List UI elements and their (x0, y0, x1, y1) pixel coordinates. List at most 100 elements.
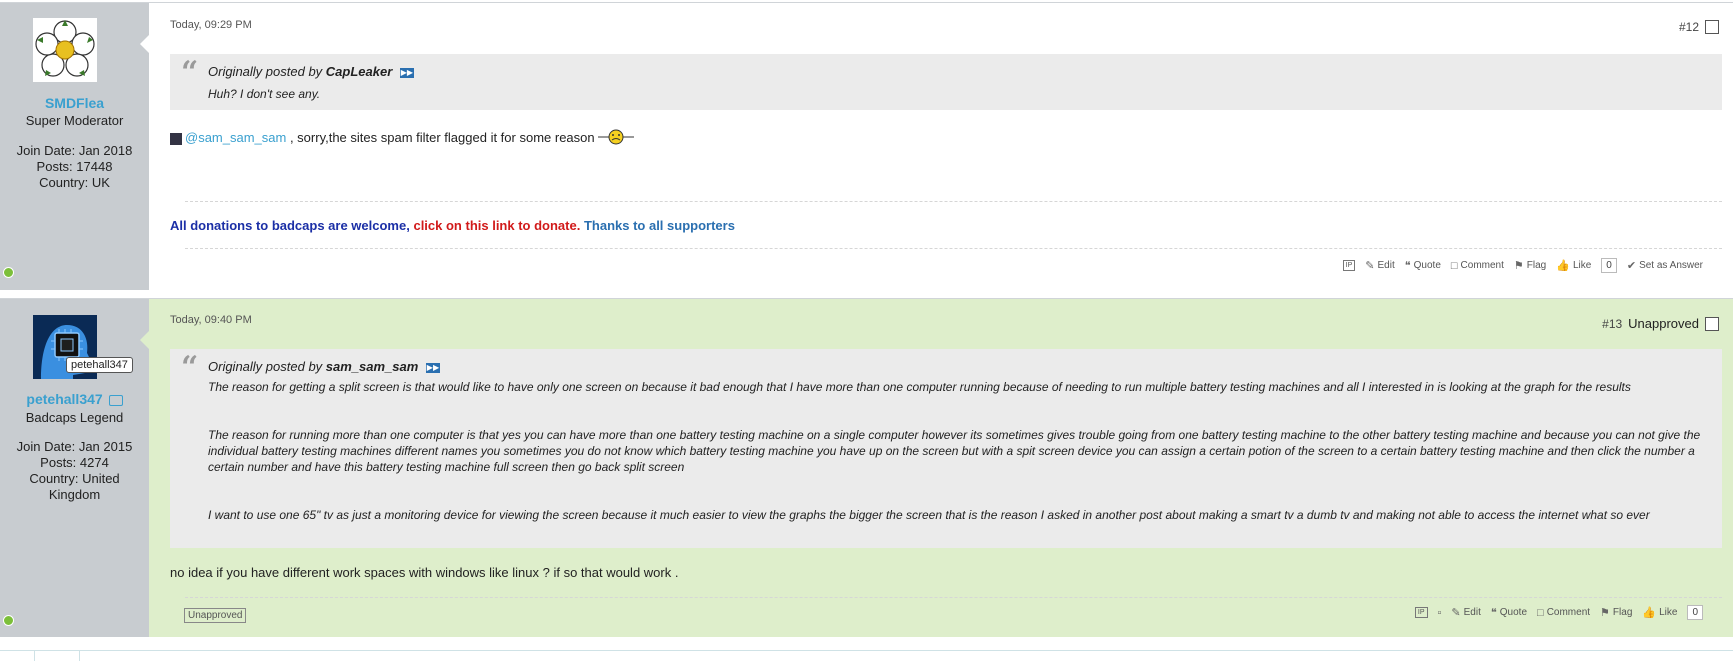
pencil-icon: ✎ (1365, 260, 1375, 272)
page-bottom-bar (0, 650, 1733, 661)
comment-label: Comment (1460, 260, 1504, 271)
chat-icon[interactable] (108, 394, 123, 406)
post-number: #12 (1679, 20, 1719, 34)
like-button[interactable]: 👍 Like (1642, 606, 1677, 619)
quote-prefix: Originally posted by (208, 359, 323, 374)
post-count: Posts: 4274 (40, 455, 109, 470)
post-date: Today, 09:40 PM (170, 314, 252, 326)
username[interactable]: SMDFlea (0, 95, 149, 111)
quote-button[interactable]: ❝ Quote (1405, 259, 1441, 272)
flag-label: Flag (1526, 260, 1547, 271)
edit-button[interactable]: ✎ Edit (1365, 259, 1394, 272)
donate-link[interactable]: click on this link to donate. (413, 218, 580, 233)
thumbs-up-icon: 👍 (1642, 607, 1657, 619)
quote-mark-icon: “ (181, 55, 199, 90)
comment-icon: □ (1450, 259, 1458, 272)
quote-block: “ Originally posted by CapLeaker ▶▶ Huh?… (170, 54, 1722, 110)
username-tooltip: petehall347 (66, 357, 133, 373)
user-stats: Join Date: Jan 2015 Posts: 4274 Country:… (0, 439, 149, 503)
quote-icon: ❝ (1404, 260, 1411, 272)
actions-divider (185, 248, 1722, 249)
quote-button[interactable]: ❝ Quote (1491, 606, 1527, 619)
quote-icon: ❝ (1490, 607, 1497, 619)
quote-text: Huh? I don't see any. (208, 87, 321, 101)
country: Country: UK (39, 175, 110, 190)
user-title: Super Moderator (25, 113, 124, 128)
emoticon-icon (598, 129, 635, 148)
username[interactable]: petehall347 (26, 391, 102, 407)
quote-block: “ Originally posted by sam_sam_sam ▶▶ Th… (170, 349, 1722, 548)
unapproved-badge: Unapproved (184, 608, 247, 623)
eraser-icon: ▫ (1437, 606, 1442, 619)
post-number-link[interactable]: #12 (1679, 20, 1699, 34)
post-number: #13 Unapproved (1602, 316, 1719, 331)
like-count: 0 (1687, 605, 1703, 620)
post-date: Today, 09:29 PM (170, 19, 252, 31)
edit-label: Edit (1377, 260, 1395, 271)
view-post-icon[interactable]: ▶▶ (399, 67, 414, 78)
pencil-icon: ✎ (1451, 607, 1461, 619)
quote-mark-icon: “ (181, 350, 199, 385)
quote-paragraph-3: I want to use one 65" tv as just a monit… (208, 508, 1650, 522)
quote-header: Originally posted by CapLeaker ▶▶ (208, 64, 414, 79)
select-checkbox[interactable] (1705, 20, 1719, 34)
like-label: Like (1659, 607, 1678, 618)
user-mention[interactable]: @sam_sam_sam (185, 130, 286, 145)
message-text: , sorry,the sites spam filter flagged it… (286, 129, 595, 145)
comment-button[interactable]: □ Comment (1537, 607, 1590, 619)
quote-author: sam_sam_sam (325, 359, 419, 374)
avatar[interactable] (33, 18, 97, 82)
ip-button[interactable]: IP (1342, 260, 1356, 271)
sidebar-notch (140, 331, 149, 349)
actions-divider (185, 597, 1722, 598)
thumbs-up-icon: 👍 (1556, 260, 1570, 272)
signature-thanks: Thanks to all supporters (583, 218, 735, 233)
user-sidebar: petehall347 Badcaps Legend Join Date: Ja… (0, 299, 149, 637)
sidebar-notch (140, 35, 149, 53)
country-cont: Kingdom (48, 487, 101, 502)
view-post-icon[interactable]: ▶▶ (425, 362, 440, 373)
flag-icon: ⚑ (1600, 607, 1610, 619)
flag-button[interactable]: ⚑ Flag (1600, 606, 1632, 619)
quote-author: CapLeaker (325, 64, 393, 79)
country: Country: United (29, 471, 120, 486)
post-actions: IP ✎ Edit ❝ Quote □ Comment ⚑ Flag 👍 Like 0 ✔… (1342, 258, 1703, 273)
flag-icon: ⚑ (1513, 260, 1524, 272)
post-message: @sam_sam_sam , sorry,the sites spam filt… (170, 129, 635, 148)
post-number-link[interactable]: #13 (1602, 317, 1622, 331)
post-count: Posts: 17448 (36, 159, 113, 174)
approve-button[interactable]: ▫ (1438, 607, 1442, 619)
edit-label: Edit (1463, 607, 1481, 618)
user-stats: Join Date: Jan 2018 Posts: 17448 Country… (0, 143, 149, 191)
quote-label: Quote (1413, 260, 1441, 271)
post-content: Today, 09:29 PM #12 “ Originally posted … (140, 3, 1733, 290)
like-button[interactable]: 👍 Like (1556, 259, 1591, 272)
quote-paragraph-2: The reason for running more than one com… (208, 428, 1701, 474)
flag-label: Flag (1612, 607, 1633, 618)
signature: All donations to badcaps are welcome, cl… (170, 218, 735, 233)
edit-button[interactable]: ✎ Edit (1451, 606, 1480, 619)
ip-button[interactable]: IP (1414, 607, 1428, 618)
comment-button[interactable]: □ Comment (1451, 260, 1504, 272)
comment-label: Comment (1546, 607, 1591, 618)
online-status-icon (3, 267, 14, 278)
ip-icon: IP (1414, 607, 1428, 618)
flag-button[interactable]: ⚑ Flag (1514, 259, 1546, 272)
select-checkbox[interactable] (1705, 316, 1719, 331)
join-date: Join Date: Jan 2018 (16, 143, 133, 158)
signature-divider (185, 201, 1722, 202)
like-count: 0 (1601, 258, 1617, 273)
quote-paragraph-1: The reason for getting a split screen is… (208, 380, 1631, 394)
post-12: SMDFlea Super Moderator Join Date: Jan 2… (0, 2, 1733, 290)
user-title: Badcaps Legend (25, 410, 124, 425)
quote-label: Quote (1499, 607, 1528, 618)
checkmark-icon: ✔ (1626, 260, 1637, 272)
set-answer-label: Set as Answer (1639, 260, 1703, 271)
status-label: Unapproved (1628, 316, 1699, 331)
join-date: Join Date: Jan 2015 (16, 439, 133, 454)
post-message: no idea if you have different work space… (170, 565, 679, 580)
set-answer-button[interactable]: ✔ Set as Answer (1627, 259, 1703, 272)
signature-text: All donations to badcaps are welcome, (170, 218, 410, 233)
user-sidebar: SMDFlea Super Moderator Join Date: Jan 2… (0, 3, 149, 290)
quote-prefix: Originally posted by (208, 64, 323, 79)
